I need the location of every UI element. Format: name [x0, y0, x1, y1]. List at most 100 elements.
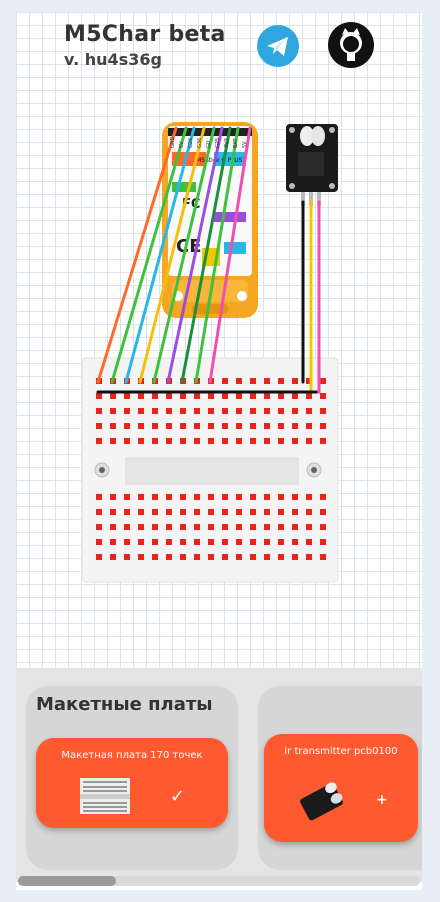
breadboard-hole — [208, 539, 214, 545]
breadboard-hole — [236, 408, 242, 414]
breadboard-hole — [138, 539, 144, 545]
breadboard-hole — [180, 438, 186, 444]
breadboard-hole — [124, 554, 130, 560]
breadboard-hole — [320, 494, 326, 500]
breadboards-panel: Макетные платы Макетная плата 170 точек — [26, 686, 238, 870]
controller-title-label: M5Stick C PLUS2 — [196, 157, 246, 164]
breadboard-hole — [152, 509, 158, 515]
breadboard-hole — [124, 438, 130, 444]
breadboard-hole — [236, 494, 242, 500]
breadboard-hole — [166, 509, 172, 515]
breadboard-hole — [306, 393, 312, 399]
breadboard-hole — [278, 509, 284, 515]
breadboard-hole — [250, 438, 256, 444]
breadboard-hole — [166, 539, 172, 545]
scrollbar-thumb[interactable] — [18, 876, 116, 886]
breadboard-hole — [138, 509, 144, 515]
breadboard-hole — [320, 423, 326, 429]
breadboard-hole — [264, 393, 270, 399]
breadboard-hole — [194, 438, 200, 444]
breadboard-hole — [222, 539, 228, 545]
breadboard-hole — [278, 494, 284, 500]
breadboard-hole — [152, 438, 158, 444]
pin-label: BAT — [233, 138, 239, 148]
check-icon[interactable]: ✓ — [170, 786, 185, 807]
breadboard-hole — [320, 378, 326, 384]
breadboard-hole — [138, 494, 144, 500]
breadboard-hole — [222, 438, 228, 444]
breadboard-hole — [250, 539, 256, 545]
breadboard-hole — [278, 423, 284, 429]
breadboard-hole — [264, 524, 270, 530]
breadboard-hole — [208, 408, 214, 414]
breadboard-hole — [208, 524, 214, 530]
pin-label: 5V — [242, 141, 248, 148]
breadboard-hole — [180, 539, 186, 545]
breadboard-hole — [194, 524, 200, 530]
breadboard-hole — [278, 554, 284, 560]
breadboard-hole — [124, 393, 130, 399]
breadboard-hole — [306, 509, 312, 515]
breadboard-hole — [222, 393, 228, 399]
breadboard-hole — [110, 494, 116, 500]
breadboard-hole — [138, 524, 144, 530]
breadboard-hole — [320, 393, 326, 399]
wiring-scene[interactable]: FC CE M5Stick C PLUS2 GND 5V G26 G36 G0 G25 3V… — [16, 12, 422, 668]
breadboard-hole — [264, 539, 270, 545]
breadboard-hole — [96, 393, 102, 399]
app-window: M5Char beta v. hu4s36g FC CE M5Stick C P… — [16, 12, 422, 890]
ir-transmitter-card[interactable]: ir transmitter pcb0100 + — [264, 734, 418, 842]
breadboard-hole — [278, 408, 284, 414]
breadboard-hole — [110, 509, 116, 515]
breadboard-hole — [320, 524, 326, 530]
breadboard-hole — [250, 408, 256, 414]
breadboard-card[interactable]: Макетная плата 170 точек ✓ — [36, 738, 228, 828]
breadboard-hole — [292, 423, 298, 429]
breadboard-hole — [166, 554, 172, 560]
ir-transmitter-module[interactable] — [286, 124, 338, 206]
breadboard-hole — [222, 423, 228, 429]
breadboard-hole — [194, 408, 200, 414]
breadboard-card-label: Макетная плата 170 точек — [61, 750, 203, 761]
pin-label: G0 — [206, 141, 212, 148]
pin-label: GND — [170, 136, 176, 148]
breadboard-hole — [96, 554, 102, 560]
breadboard-hole — [306, 524, 312, 530]
breadboard-hole — [250, 423, 256, 429]
breadboard-hole — [278, 438, 284, 444]
add-icon[interactable]: + — [376, 792, 388, 808]
breadboard-hole — [180, 408, 186, 414]
breadboard-hole — [236, 539, 242, 545]
breadboard-hole — [292, 393, 298, 399]
breadboard-hole — [124, 539, 130, 545]
pin-label: 5V — [179, 141, 185, 148]
breadboard-hole — [180, 524, 186, 530]
breadboard-hole — [278, 524, 284, 530]
breadboard-hole — [138, 423, 144, 429]
breadboard-hole — [250, 554, 256, 560]
breadboard-hole — [166, 393, 172, 399]
breadboard-hole — [110, 539, 116, 545]
breadboard-hole — [166, 423, 172, 429]
breadboard-hole — [194, 509, 200, 515]
breadboard-hole — [124, 408, 130, 414]
breadboard-hole — [194, 494, 200, 500]
breadboard-hole — [110, 438, 116, 444]
breadboard-hole — [222, 509, 228, 515]
breadboard-hole — [124, 423, 130, 429]
breadboard-hole — [264, 378, 270, 384]
breadboard-hole — [152, 554, 158, 560]
breadboard-hole — [96, 438, 102, 444]
horizontal-scrollbar[interactable] — [18, 876, 420, 886]
breadboard-hole — [292, 539, 298, 545]
ir-module-thumbnail-icon — [300, 782, 343, 821]
breadboard-hole — [152, 524, 158, 530]
breadboard-hole — [96, 408, 102, 414]
pin-label: G25 — [215, 138, 221, 148]
breadboard-hole — [96, 524, 102, 530]
breadboard-hole — [278, 539, 284, 545]
pin-label: 3V3 — [224, 138, 230, 148]
breadboard-hole — [208, 438, 214, 444]
breadboard-hole — [264, 408, 270, 414]
breadboard-hole — [96, 423, 102, 429]
